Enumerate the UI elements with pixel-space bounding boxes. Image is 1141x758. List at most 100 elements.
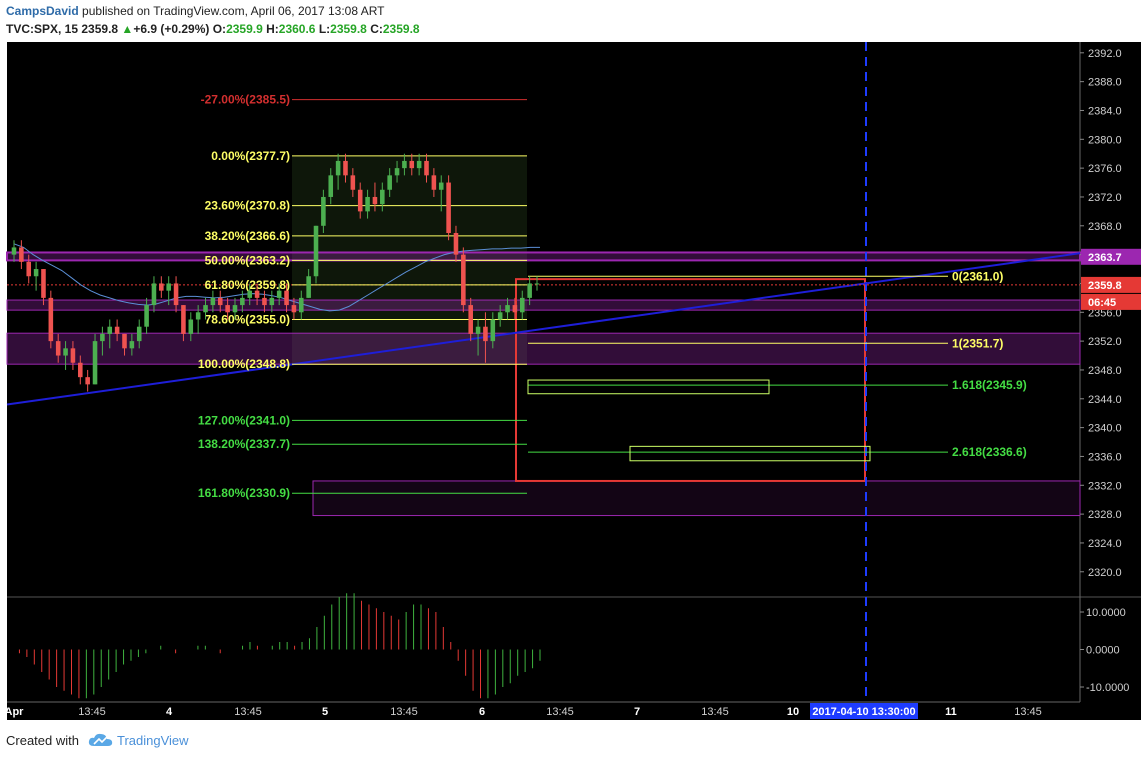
candle-body	[232, 305, 238, 313]
price-tick-label: 2320.0	[1088, 567, 1122, 579]
candle-body	[136, 326, 142, 342]
supply-demand-zone	[312, 480, 1081, 517]
candle-body	[100, 333, 105, 342]
candle-body	[306, 276, 311, 298]
price-chart[interactable]: -27.00%(2385.5) 0.00%(2377.7) 23.60%(2370.…	[0, 42, 1141, 720]
time-tick-label: 13:45	[546, 706, 574, 718]
candle-body	[269, 297, 275, 306]
candle-body	[217, 297, 223, 306]
fib-retracement-label: 127.00%(2341.0)	[198, 413, 290, 427]
candle-body	[92, 341, 98, 385]
price-tick-label: 2388.0	[1088, 77, 1122, 89]
macd-pane-bg	[7, 597, 1080, 702]
fib-extension-label: 1.618(2345.9)	[952, 378, 1027, 392]
price-tick-label: 2352.0	[1088, 336, 1122, 348]
candle-body	[85, 377, 90, 385]
candle-body	[195, 312, 201, 320]
candle-body	[26, 261, 32, 277]
open-value: 2359.9	[226, 22, 263, 36]
fib-retracement-label: 161.80%(2330.9)	[198, 486, 290, 500]
candle-body	[446, 182, 451, 234]
author-link[interactable]: CampsDavid	[6, 4, 79, 18]
candle-body	[453, 233, 459, 255]
fib-retracement-label: 78.60%(2355.0)	[205, 313, 290, 327]
candle-body	[181, 305, 186, 334]
low-label: L:	[318, 22, 331, 36]
candle-body	[291, 305, 297, 313]
candle-body	[151, 283, 157, 306]
published-text: published on TradingView.com, April 06, …	[82, 4, 385, 18]
macd-tick-label: -10.0000	[1086, 682, 1129, 694]
chart-area[interactable]: -27.00%(2385.5) 0.00%(2377.7) 23.60%(2370.…	[0, 42, 1141, 720]
time-tick-label: 4	[166, 706, 173, 718]
time-tick-label: 13:45	[78, 706, 106, 718]
candle-body	[468, 305, 473, 334]
price-tick-label: 2376.0	[1088, 163, 1122, 175]
candle-body	[357, 189, 363, 212]
tradingview-brand-link[interactable]: TradingView	[117, 733, 189, 748]
candle-body	[70, 348, 76, 363]
candle-body	[284, 290, 289, 306]
publish-line: CampsDavid published on TradingView.com,…	[6, 4, 384, 18]
price-tick-label: 2332.0	[1088, 480, 1122, 492]
fib-retracement-label: 38.20%(2366.6)	[205, 229, 290, 243]
candle-body	[19, 247, 24, 262]
time-marker-label: 2017-04-10 13:30:00	[812, 706, 915, 718]
candle-body	[247, 290, 253, 298]
candle-body	[129, 341, 135, 349]
fib-retracement-label: -27.00%(2385.5)	[201, 93, 290, 107]
candle-body	[107, 326, 113, 334]
candle-body	[431, 175, 437, 190]
candle-body	[240, 297, 245, 306]
time-tick-label: 13:45	[234, 706, 262, 718]
candle-body	[416, 160, 422, 169]
time-tick-label: Apr	[5, 706, 25, 718]
candle-body	[328, 175, 334, 197]
candle-body	[534, 283, 540, 285]
candle-body	[122, 333, 127, 349]
supply-demand-zone	[6, 299, 1081, 311]
candle-body	[343, 160, 348, 176]
fib-extension-label: 1(2351.7)	[952, 336, 1003, 350]
high-value: 2360.6	[278, 22, 316, 36]
created-with-label: Created with	[6, 733, 79, 748]
candle-body	[512, 305, 518, 313]
price-tick-label: 2328.0	[1088, 509, 1122, 521]
price-tick-label: 2348.0	[1088, 365, 1122, 377]
price-tick-label: 2372.0	[1088, 192, 1122, 204]
time-tick-label: 7	[634, 706, 640, 718]
time-tick-label: 5	[322, 706, 328, 718]
price-tick-label: 2340.0	[1088, 423, 1122, 435]
price-tick-label: 2368.0	[1088, 221, 1122, 233]
candle-body	[159, 283, 164, 291]
supply-demand-zone	[6, 251, 1081, 262]
candle-body	[188, 319, 194, 334]
price-tick-label: 2336.0	[1088, 451, 1122, 463]
candle-body	[298, 297, 304, 313]
price-change: +6.9 (+0.29%)	[133, 22, 210, 36]
close-label: C:	[370, 22, 383, 36]
candle-body	[78, 362, 83, 378]
price-badge-label: 06:45	[1088, 297, 1116, 309]
time-tick-label: 13:45	[701, 706, 729, 718]
candle-body	[55, 341, 61, 356]
time-tick-label: 10	[787, 706, 799, 718]
time-tick-label: 11	[945, 706, 957, 718]
symbol-label: TVC:SPX, 15	[6, 22, 79, 36]
candle-body	[380, 189, 385, 205]
tradingview-cloud-icon	[88, 733, 113, 746]
macd-tick-label: 0.0000	[1086, 645, 1120, 657]
chart-footer: Created with TradingView	[0, 720, 1141, 758]
high-label: H:	[266, 22, 279, 36]
candle-body	[41, 269, 46, 298]
candle-body	[350, 175, 356, 190]
candle-body	[114, 326, 120, 334]
open-label: O:	[212, 22, 227, 36]
candle-body	[497, 312, 503, 320]
time-tick-label: 6	[479, 706, 485, 718]
supply-demand-zone	[6, 332, 1081, 365]
macd-tick-label: 10.0000	[1086, 607, 1126, 619]
candle-body	[276, 290, 282, 298]
last-price: 2359.8	[81, 22, 119, 36]
candle-body	[438, 182, 444, 190]
